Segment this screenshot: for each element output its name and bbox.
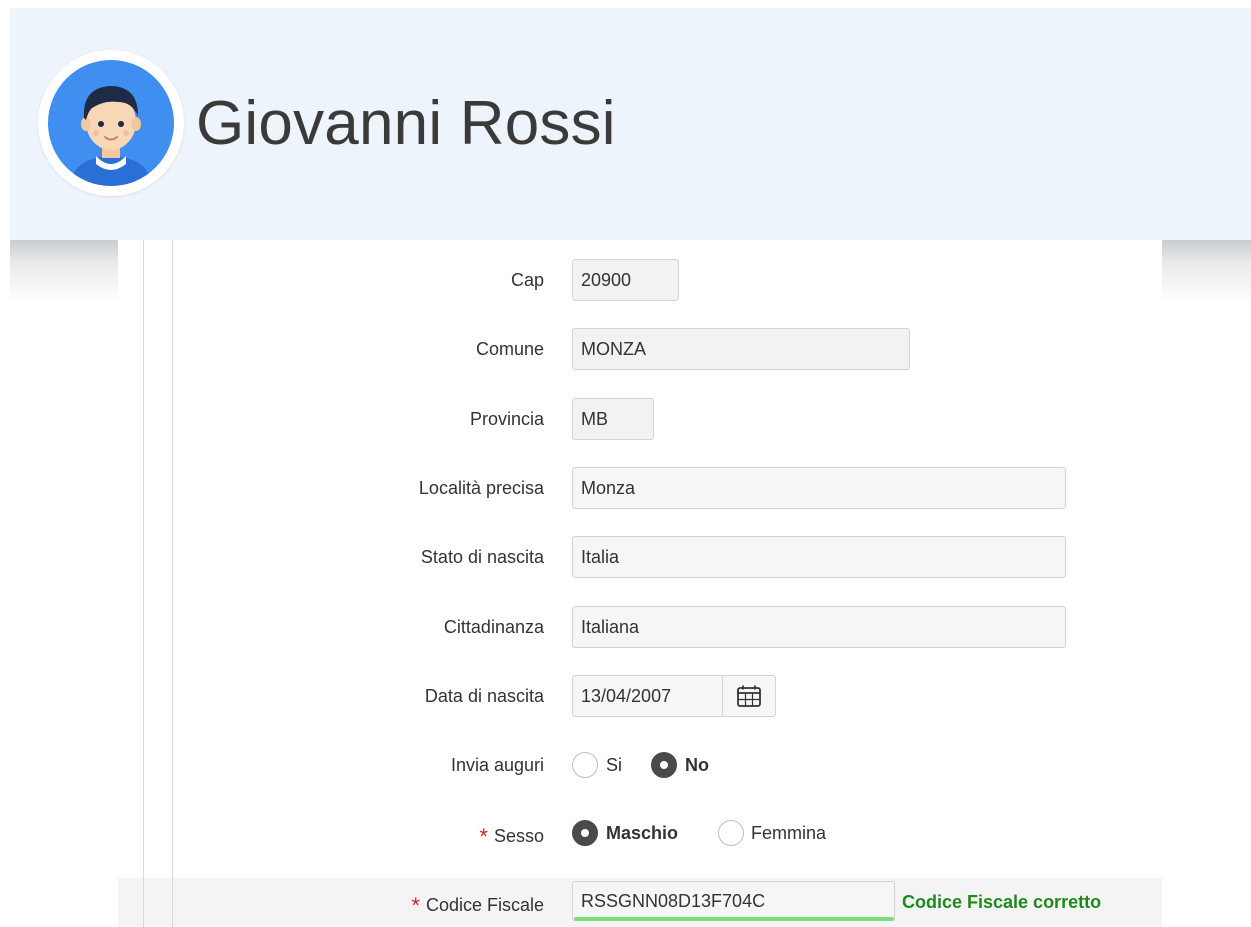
avatar: [38, 50, 184, 196]
calendar-button[interactable]: [722, 675, 776, 717]
sesso-label-wrap: * Sesso: [479, 822, 544, 849]
panel-border-left: [143, 240, 144, 927]
calendar-icon: [737, 685, 761, 707]
cittadinanza-input[interactable]: Italiana: [572, 606, 1066, 648]
cap-label: Cap: [510, 270, 544, 290]
page: Giovanni Rossi Cap 20900 Comune MONZA Pr…: [0, 0, 1251, 927]
provincia-field: MB: [572, 398, 654, 440]
codice-fiscale-validation-message: Codice Fiscale corretto: [902, 892, 1102, 912]
profile-header: Giovanni Rossi: [10, 8, 1251, 240]
required-asterisk: *: [479, 824, 488, 849]
user-avatar-icon: [48, 60, 174, 186]
invia-auguri-label: Invia auguri: [450, 755, 544, 775]
sesso-maschio-radio[interactable]: [572, 820, 598, 846]
panel-border-inner: [172, 240, 173, 927]
codice-fiscale-label: Codice Fiscale: [425, 895, 544, 915]
localita-input[interactable]: Monza: [572, 467, 1066, 509]
invia-auguri-no-label[interactable]: No: [685, 755, 709, 776]
cittadinanza-label: Cittadinanza: [443, 617, 544, 637]
codice-fiscale-valid-underline: [574, 917, 894, 921]
user-name: Giovanni Rossi: [196, 89, 616, 158]
localita-label: Località precisa: [418, 478, 544, 498]
sesso-femmina-label[interactable]: Femmina: [751, 823, 826, 844]
stato-nascita-input[interactable]: Italia: [572, 536, 1066, 578]
comune-label: Comune: [475, 339, 544, 359]
cap-field: 20900: [572, 259, 679, 301]
comune-field: MONZA: [572, 328, 910, 370]
sesso-maschio-label[interactable]: Maschio: [606, 823, 678, 844]
sesso-femmina-radio[interactable]: [718, 820, 744, 846]
invia-auguri-no-radio[interactable]: [651, 752, 677, 778]
codice-fiscale-label-wrap: * Codice Fiscale: [411, 891, 544, 918]
invia-auguri-si-radio[interactable]: [572, 752, 598, 778]
required-asterisk: *: [411, 893, 420, 918]
data-nascita-input[interactable]: 13/04/2007: [572, 675, 723, 717]
sesso-label: Sesso: [493, 826, 544, 846]
data-nascita-label: Data di nascita: [424, 686, 544, 706]
codice-fiscale-input[interactable]: RSSGNN08D13F704C: [572, 881, 895, 921]
provincia-label: Provincia: [469, 409, 544, 429]
stato-nascita-label: Stato di nascita: [420, 547, 544, 567]
invia-auguri-si-label[interactable]: Si: [606, 755, 622, 776]
